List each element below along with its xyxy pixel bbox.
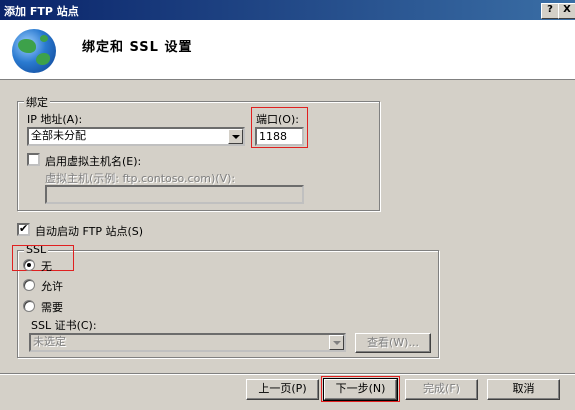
title-bar: 添加 FTP 站点 ? X [0,0,575,20]
vhost-input[interactable] [45,185,304,204]
window-title: 添加 FTP 站点 [4,5,79,18]
wizard-header: 绑定和 SSL 设置 [0,20,575,80]
vhost-checkbox[interactable] [27,153,40,166]
chevron-down-icon[interactable] [329,335,344,350]
port-value: 1188 [259,130,287,143]
ssl-cert-label: SSL 证书(C): [31,319,97,332]
ip-address-select[interactable]: 全部未分配 [27,127,245,146]
autostart-checkbox[interactable] [17,222,30,236]
ssl-require-label: 需要 [41,301,63,314]
ssl-none-label: 无 [41,260,52,273]
close-button[interactable]: X [558,3,575,19]
next-button[interactable]: 下一步(N) [323,378,398,401]
vhost-checkbox-label: 启用虚拟主机名(E): [45,155,142,168]
ssl-cert-value: 未选定 [33,335,66,348]
ip-address-value: 全部未分配 [31,129,86,142]
help-button[interactable]: ? [541,3,559,19]
finish-button[interactable]: 完成(F) [405,379,478,400]
footer-separator [0,373,575,375]
globe-icon [12,29,56,73]
prev-button[interactable]: 上一页(P) [246,379,319,400]
ssl-require-radio[interactable] [23,300,35,312]
vhost-field-label: 虚拟主机(示例: ftp.contoso.com)(V): [45,172,236,185]
port-label: 端口(O): [256,113,299,126]
autostart-label: 自动启动 FTP 站点(S) [35,225,144,238]
view-cert-button[interactable]: 查看(W)... [355,333,431,353]
port-input[interactable]: 1188 [255,127,304,146]
ssl-none-radio[interactable] [23,259,35,271]
ssl-cert-select[interactable]: 未选定 [29,333,346,352]
chevron-down-icon[interactable] [228,129,243,144]
ip-address-label: IP 地址(A): [27,113,83,126]
page-title: 绑定和 SSL 设置 [82,40,193,55]
ssl-allow-label: 允许 [41,280,63,293]
binding-legend: 绑定 [24,94,50,110]
cancel-button[interactable]: 取消 [487,379,560,400]
ssl-allow-radio[interactable] [23,279,35,291]
